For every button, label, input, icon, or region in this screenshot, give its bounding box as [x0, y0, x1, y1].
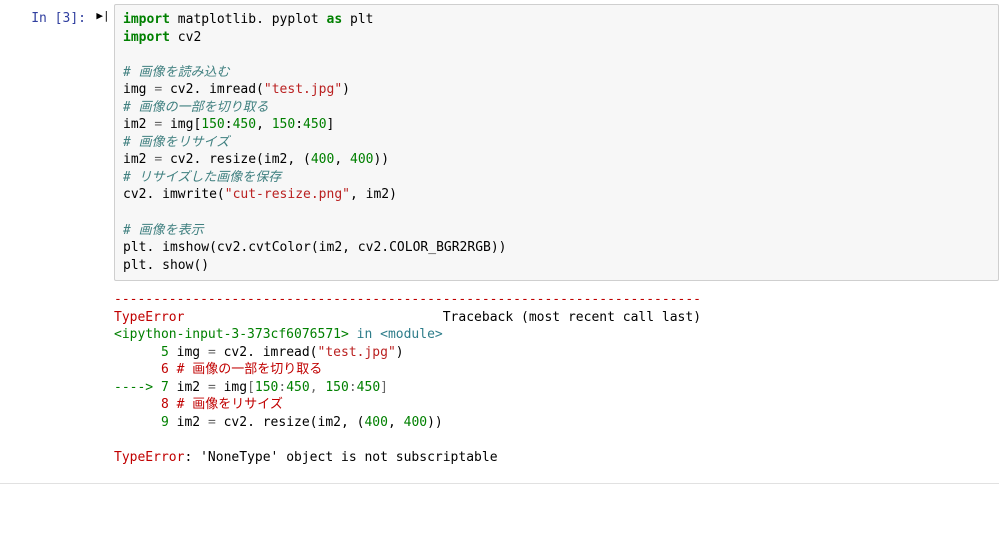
cell-output: ----------------------------------------… [114, 281, 999, 466]
cell-prompt: In [3]: [0, 4, 92, 467]
run-cell-icon[interactable]: ▶| [92, 4, 114, 467]
divider [0, 483, 999, 484]
code-input[interactable]: import matplotlib. pyplot as plt import … [114, 4, 999, 281]
notebook-cell: In [3]: ▶| import matplotlib. pyplot as … [0, 4, 999, 467]
cell-content: import matplotlib. pyplot as plt import … [114, 4, 999, 467]
